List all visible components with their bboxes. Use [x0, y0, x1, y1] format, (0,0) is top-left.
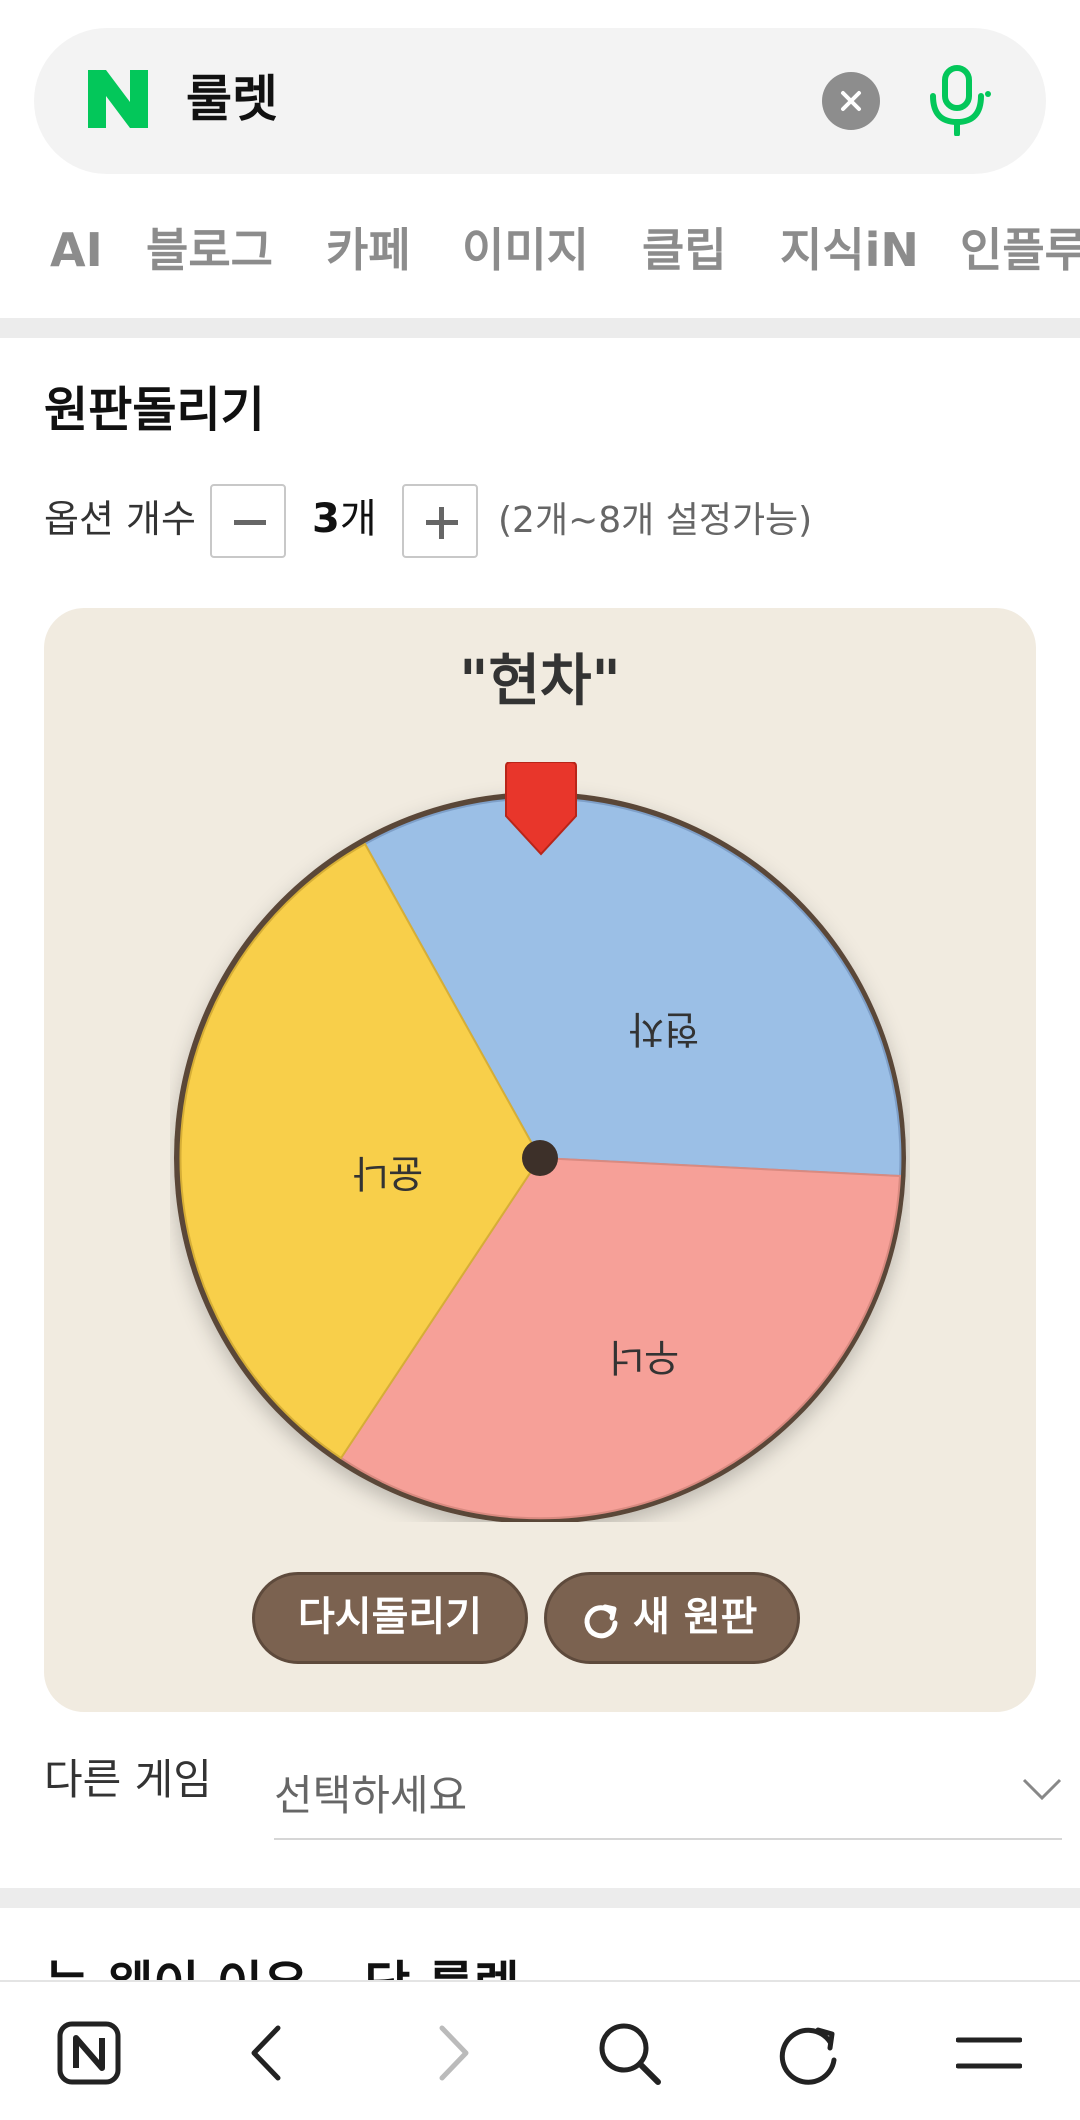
option-count-value: 3개: [312, 496, 377, 542]
section-divider: [0, 1888, 1080, 1908]
tab-blog[interactable]: 블로그: [146, 220, 273, 280]
section-divider: [0, 318, 1080, 338]
option-count-label: 옵션 개수: [44, 497, 196, 541]
new-wheel-label: 새 원판: [633, 1594, 758, 1640]
roulette-card: "현차" 현차 우너 윤나 다시돌리기 새 원판: [44, 608, 1036, 1712]
tab-clip[interactable]: 클립: [642, 220, 727, 280]
tab-cafe[interactable]: 카페: [326, 220, 411, 280]
menu-icon[interactable]: [956, 2020, 1022, 2086]
other-game-label: 다른 게임: [44, 1755, 212, 1804]
segment-label-2: 우너: [609, 1335, 679, 1379]
naver-logo-icon[interactable]: [86, 68, 152, 130]
increase-button[interactable]: [402, 484, 478, 558]
tab-image[interactable]: 이미지: [462, 220, 589, 280]
refresh-icon[interactable]: [776, 2020, 842, 2086]
tab-influencer[interactable]: 인플루: [960, 220, 1080, 280]
other-game-select[interactable]: 선택하세요: [274, 1744, 1062, 1840]
bottom-nav-bar: [0, 1980, 1080, 2120]
option-count-row: 옵션 개수 3개 (2개~8개 설정가능): [44, 480, 1044, 560]
select-placeholder: 선택하세요: [274, 1771, 468, 1820]
decrease-button[interactable]: [210, 484, 286, 558]
page: 룰렛 AI 블로그 카페 이미지 클립 지식iN 인플루 원판돌리기 옵션 개수…: [0, 0, 1080, 2120]
segment-label-1: 현차: [629, 1007, 699, 1051]
forward-icon[interactable]: [418, 2020, 484, 2086]
new-wheel-button[interactable]: 새 원판: [544, 1572, 800, 1664]
roulette-result: "현차": [459, 649, 621, 714]
wheel-hub: [522, 1140, 558, 1176]
widget-title: 원판돌리기: [44, 382, 265, 438]
segment-label-3: 윤나: [353, 1151, 423, 1195]
roulette-wheel[interactable]: 현차 우너 윤나: [170, 762, 910, 1522]
chevron-down-icon: [1022, 1778, 1062, 1801]
mic-icon[interactable]: [922, 64, 992, 136]
home-icon[interactable]: [56, 2020, 122, 2086]
clear-search-button[interactable]: [822, 72, 880, 130]
minus-icon: [234, 520, 266, 525]
other-game-row: 다른 게임 선택하세요: [44, 1744, 1062, 1844]
refresh-icon: [584, 1604, 618, 1639]
tab-ai[interactable]: AI: [50, 220, 103, 280]
back-icon[interactable]: [236, 2020, 302, 2086]
close-icon: [841, 91, 861, 111]
tab-kin[interactable]: 지식iN: [780, 220, 919, 280]
respin-button[interactable]: 다시돌리기: [252, 1572, 528, 1664]
search-tabs: AI 블로그 카페 이미지 클립 지식iN 인플루: [0, 220, 1080, 290]
search-icon[interactable]: [596, 2020, 662, 2086]
option-range-hint: (2개~8개 설정가능): [498, 500, 813, 541]
search-query[interactable]: 룰렛: [186, 64, 278, 134]
